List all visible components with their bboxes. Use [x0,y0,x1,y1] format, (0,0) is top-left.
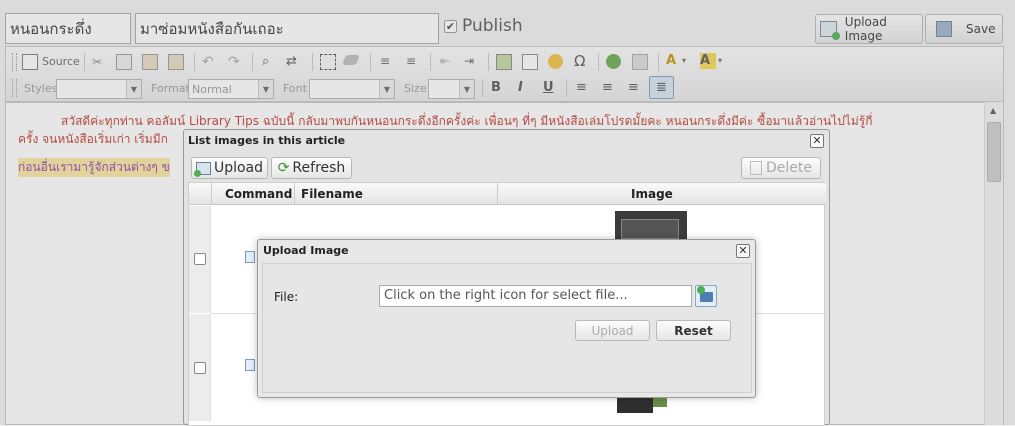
upload-file-button[interactable]: Upload [575,320,650,341]
file-label: File: [274,290,299,304]
copy-link-icon[interactable] [245,359,255,371]
refresh-icon: ⟳ [277,160,290,176]
list-images-title: List images in this article [188,134,346,147]
table-header: Command Filename Image [189,183,826,205]
file-path-placeholder: Click on the right icon for select file.… [384,288,628,303]
upload-file-label: Upload [591,323,634,338]
select-file-button[interactable] [695,285,717,307]
list-upload-label: Upload [213,160,264,176]
file-path-field[interactable]: Click on the right icon for select file.… [379,285,692,307]
upload-image-dialog: Upload Image ✕ File: Click on the right … [257,239,756,398]
delete-label: Delete [766,160,812,176]
reset-label: Reset [674,323,713,338]
column-image: Image [631,187,673,201]
green-arrow-icon [697,286,705,294]
image-thumbnail-detail [653,397,667,407]
list-upload-button[interactable]: Upload [191,157,268,179]
refresh-label: Refresh [292,160,346,176]
reset-button[interactable]: Reset [656,320,731,341]
refresh-button[interactable]: ⟳ Refresh [271,157,352,179]
column-filename: Filename [301,187,363,201]
row-checkbox[interactable] [194,253,206,265]
column-command: Command [225,187,293,201]
row-checkbox[interactable] [194,362,206,374]
close-icon[interactable]: ✕ [810,134,824,148]
image-add-icon [193,161,211,177]
close-icon[interactable]: ✕ [736,244,750,258]
delete-icon [750,161,762,175]
copy-link-icon[interactable] [245,251,255,263]
upload-dialog-title: Upload Image [263,244,349,257]
delete-button[interactable]: Delete [741,157,821,179]
